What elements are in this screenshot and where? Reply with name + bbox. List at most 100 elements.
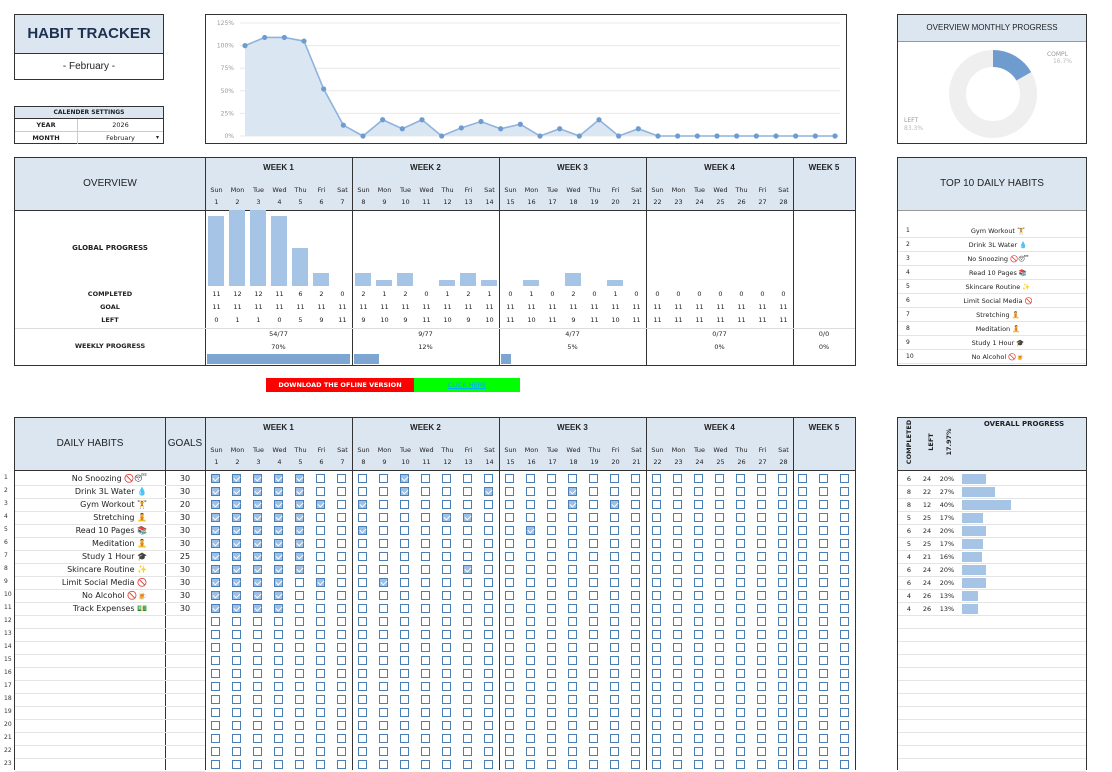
habit-checkbox[interactable] [211,708,220,717]
habit-checkbox[interactable] [631,617,640,626]
habit-checkbox[interactable] [232,630,241,639]
habit-checkbox[interactable] [211,721,220,730]
habit-checkbox[interactable] [757,669,766,678]
habit-checkbox-week5[interactable] [798,578,807,587]
habit-checkbox[interactable] [547,539,556,548]
habit-checkbox[interactable] [757,747,766,756]
habit-checkbox[interactable] [652,604,661,613]
habit-checkbox[interactable] [484,474,493,483]
habit-checkbox[interactable] [694,656,703,665]
habit-checkbox[interactable] [589,539,598,548]
habit-checkbox[interactable] [652,487,661,496]
habit-checkbox[interactable] [526,526,535,535]
habit-checkbox[interactable] [295,721,304,730]
habit-checkbox[interactable] [631,695,640,704]
habit-checkbox[interactable] [589,734,598,743]
habit-checkbox[interactable] [211,617,220,626]
habit-checkbox-week5[interactable] [798,500,807,509]
habit-checkbox[interactable] [757,513,766,522]
habit-checkbox[interactable] [757,474,766,483]
habit-checkbox[interactable] [589,630,598,639]
habit-checkbox[interactable] [778,682,787,691]
habit-checkbox[interactable] [421,565,430,574]
habit-checkbox[interactable] [295,526,304,535]
habit-checkbox[interactable] [547,474,556,483]
habit-checkbox[interactable] [694,721,703,730]
habit-checkbox[interactable] [505,539,514,548]
habit-checkbox[interactable] [463,747,472,756]
habit-checkbox-week5[interactable] [840,760,849,769]
habit-checkbox[interactable] [358,747,367,756]
habit-checkbox[interactable] [757,643,766,652]
habit-checkbox-week5[interactable] [840,500,849,509]
habit-checkbox[interactable] [526,682,535,691]
habit-checkbox[interactable] [253,565,262,574]
habit-checkbox-week5[interactable] [798,734,807,743]
habit-checkbox[interactable] [505,604,514,613]
habit-checkbox[interactable] [337,617,346,626]
habit-checkbox[interactable] [358,604,367,613]
habit-checkbox[interactable] [442,708,451,717]
habit-checkbox[interactable] [421,578,430,587]
habit-checkbox[interactable] [631,760,640,769]
habit-checkbox[interactable] [757,656,766,665]
habit-checkbox[interactable] [610,656,619,665]
habit-checkbox[interactable] [379,656,388,665]
habit-checkbox[interactable] [253,669,262,678]
habit-checkbox[interactable] [547,682,556,691]
habit-checkbox[interactable] [694,474,703,483]
habit-checkbox[interactable] [547,591,556,600]
habit-checkbox[interactable] [673,578,682,587]
habit-checkbox[interactable] [526,721,535,730]
habit-checkbox[interactable] [232,591,241,600]
habit-checkbox[interactable] [337,747,346,756]
habit-checkbox[interactable] [547,552,556,561]
habit-checkbox-week5[interactable] [819,526,828,535]
habit-checkbox[interactable] [505,682,514,691]
habit-checkbox[interactable] [295,539,304,548]
habit-checkbox[interactable] [463,630,472,639]
habit-checkbox[interactable] [673,552,682,561]
habit-checkbox-week5[interactable] [840,656,849,665]
habit-checkbox[interactable] [484,539,493,548]
habit-checkbox[interactable] [232,487,241,496]
habit-checkbox[interactable] [610,695,619,704]
habit-checkbox[interactable] [631,630,640,639]
habit-checkbox[interactable] [379,513,388,522]
habit-checkbox[interactable] [715,591,724,600]
habit-checkbox[interactable] [631,513,640,522]
habit-checkbox-week5[interactable] [840,682,849,691]
habit-checkbox[interactable] [757,760,766,769]
habit-checkbox[interactable] [211,513,220,522]
habit-checkbox[interactable] [568,578,577,587]
habit-checkbox[interactable] [610,721,619,730]
habit-checkbox[interactable] [757,682,766,691]
habit-checkbox[interactable] [547,487,556,496]
habit-checkbox[interactable] [274,604,283,613]
habit-checkbox[interactable] [274,760,283,769]
habit-checkbox[interactable] [778,669,787,678]
habit-checkbox[interactable] [547,760,556,769]
habit-checkbox[interactable] [358,695,367,704]
habit-checkbox-week5[interactable] [819,708,828,717]
habit-checkbox[interactable] [757,487,766,496]
habit-checkbox[interactable] [253,474,262,483]
habit-checkbox[interactable] [736,591,745,600]
habit-checkbox[interactable] [778,474,787,483]
habit-checkbox[interactable] [484,682,493,691]
habit-checkbox[interactable] [715,643,724,652]
habit-checkbox[interactable] [652,500,661,509]
habit-checkbox[interactable] [589,669,598,678]
habit-checkbox[interactable] [778,708,787,717]
habit-checkbox[interactable] [337,708,346,717]
habit-checkbox[interactable] [589,526,598,535]
habit-checkbox[interactable] [547,617,556,626]
habit-checkbox[interactable] [442,760,451,769]
habit-checkbox[interactable] [631,500,640,509]
habit-checkbox[interactable] [736,721,745,730]
habit-checkbox[interactable] [274,630,283,639]
habit-checkbox[interactable] [589,552,598,561]
habit-checkbox[interactable] [652,526,661,535]
habit-checkbox[interactable] [673,591,682,600]
habit-checkbox-week5[interactable] [819,682,828,691]
